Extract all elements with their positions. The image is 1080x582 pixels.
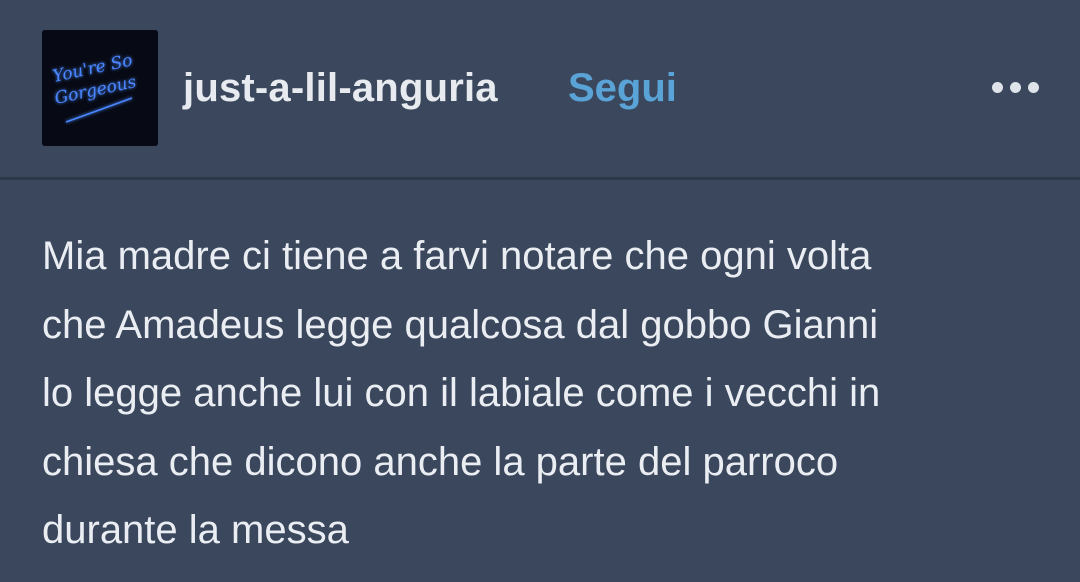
- avatar[interactable]: You're So Gorgeous: [42, 30, 158, 146]
- neon-sign-icon: You're So Gorgeous: [42, 30, 158, 146]
- ellipsis-icon-dot: [1010, 82, 1021, 93]
- header-divider: [0, 177, 1080, 180]
- ellipsis-icon-dot: [992, 82, 1003, 93]
- follow-button[interactable]: Segui: [568, 66, 677, 111]
- tumblr-post: You're So Gorgeous just-a-lil-anguria Se…: [0, 0, 1080, 582]
- post-header: You're So Gorgeous just-a-lil-anguria Se…: [0, 0, 1080, 178]
- more-options-button[interactable]: [990, 76, 1042, 100]
- ellipsis-icon-dot: [1028, 82, 1039, 93]
- post-body-text: Mia madre ci tiene a farvi notare che og…: [42, 234, 881, 552]
- author-username[interactable]: just-a-lil-anguria: [183, 66, 498, 111]
